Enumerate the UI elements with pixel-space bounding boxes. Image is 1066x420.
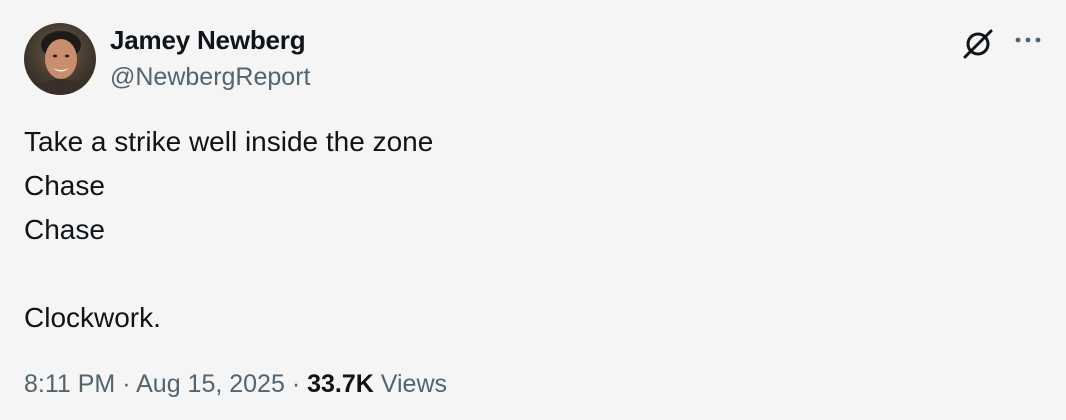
more-options-icon[interactable]: [1010, 26, 1046, 54]
tweet-line: Take a strike well inside the zone: [24, 126, 434, 157]
avatar[interactable]: [24, 23, 96, 95]
tweet-meta: 8:11 PM · Aug 15, 2025 · 33.7K Views: [24, 366, 447, 402]
tweet-line: Chase: [24, 170, 105, 201]
views-label: Views: [380, 370, 448, 398]
tweet-time[interactable]: 8:11 PM: [24, 370, 115, 398]
tweet-date[interactable]: Aug 15, 2025: [136, 370, 285, 398]
tweet-card: Jamey Newberg @NewbergReport Take a stri…: [0, 0, 1066, 420]
meta-separator: ·: [122, 370, 131, 398]
author-handle[interactable]: @NewbergReport: [110, 60, 310, 94]
author-name[interactable]: Jamey Newberg: [110, 22, 306, 58]
tweet-line: Clockwork.: [24, 302, 161, 333]
tweet-line: [24, 252, 433, 296]
meta-separator: ·: [291, 370, 301, 398]
tweet-line: Chase: [24, 214, 105, 245]
avatar-image: [24, 23, 96, 95]
views-count: 33.7K: [307, 370, 374, 398]
tweet-text: Take a strike well inside the zone Chase…: [24, 120, 433, 340]
grok-icon[interactable]: [960, 26, 996, 62]
